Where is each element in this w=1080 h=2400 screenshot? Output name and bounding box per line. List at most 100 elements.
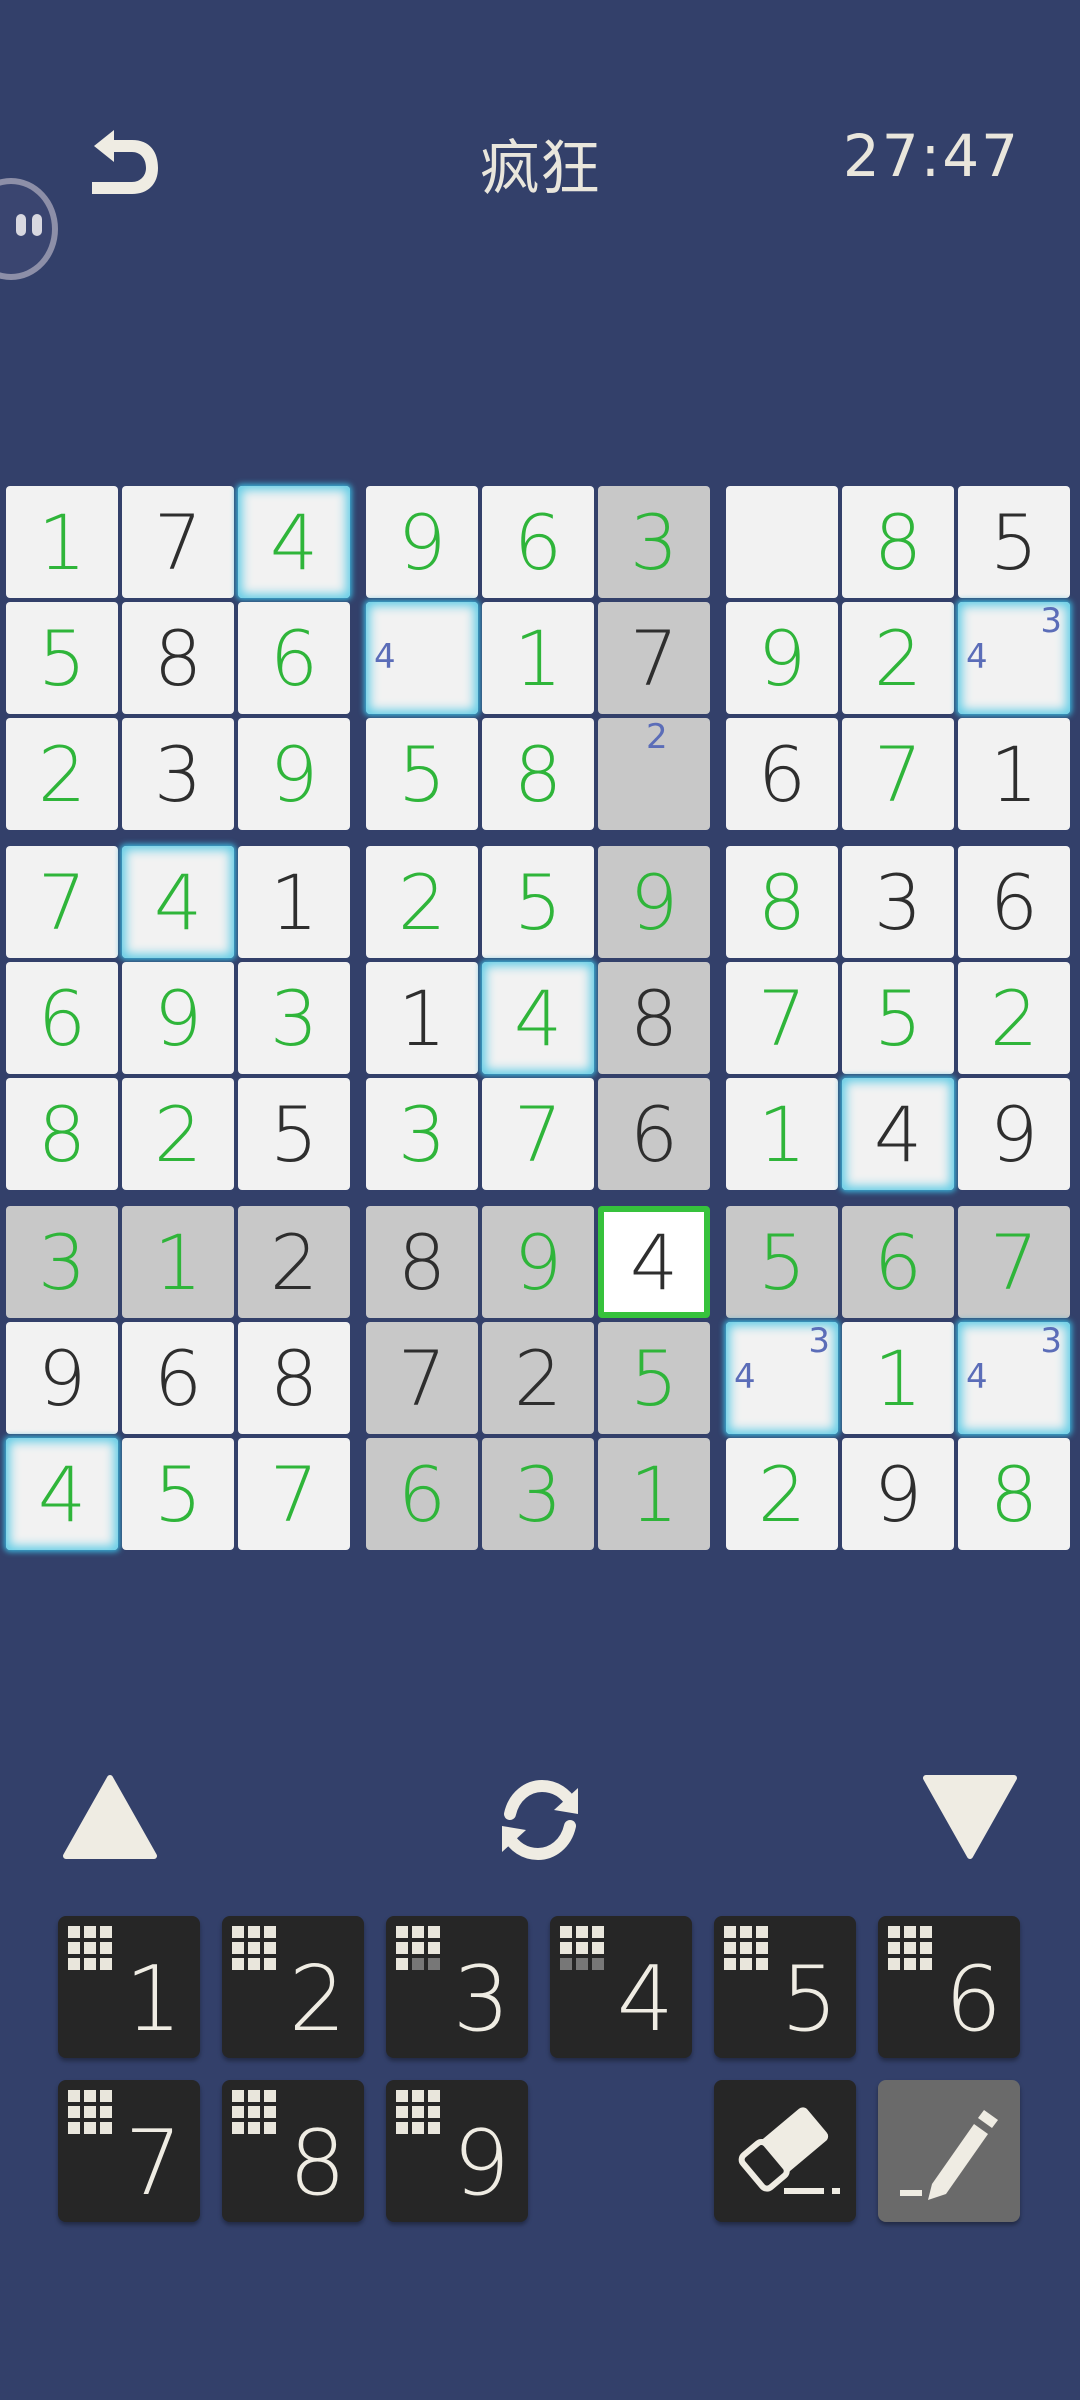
cell-r4-c4[interactable]: 2	[366, 846, 478, 958]
cell-r3-c9[interactable]: 1	[958, 718, 1070, 830]
cell-r5-c1[interactable]: 6	[6, 962, 118, 1074]
cell-r1-c3[interactable]: 4	[238, 486, 350, 598]
cell-r9-c5[interactable]: 3	[482, 1438, 594, 1550]
cell-r4-c7[interactable]: 8	[726, 846, 838, 958]
cell-r4-c2[interactable]: 4	[122, 846, 234, 958]
cell-r8-c1[interactable]: 9	[6, 1322, 118, 1434]
cell-r2-c9[interactable]: 43	[958, 602, 1070, 714]
cell-r3-c5[interactable]: 8	[482, 718, 594, 830]
cell-r7-c4[interactable]: 8	[366, 1206, 478, 1318]
cell-r4-c8[interactable]: 3	[842, 846, 954, 958]
cell-r5-c8[interactable]: 5	[842, 962, 954, 1074]
cell-r9-c6[interactable]: 1	[598, 1438, 710, 1550]
digit-key-3[interactable]: 3	[386, 1916, 528, 2058]
cell-r2-c2[interactable]: 8	[122, 602, 234, 714]
cell-r7-c9[interactable]: 7	[958, 1206, 1070, 1318]
cell-r2-c1[interactable]: 5	[6, 602, 118, 714]
cell-r4-c5[interactable]: 5	[482, 846, 594, 958]
cell-r5-c5[interactable]: 4	[482, 962, 594, 1074]
cell-r4-c1[interactable]: 7	[6, 846, 118, 958]
cell-r7-c2[interactable]: 1	[122, 1206, 234, 1318]
cell-r6-c5[interactable]: 7	[482, 1078, 594, 1190]
cell-r9-c9[interactable]: 8	[958, 1438, 1070, 1550]
cell-r4-c3[interactable]: 1	[238, 846, 350, 958]
cell-value: 4	[629, 1217, 679, 1307]
cell-r1-c8[interactable]: 8	[842, 486, 954, 598]
previous-button[interactable]	[60, 1772, 160, 1862]
cell-r3-c2[interactable]: 3	[122, 718, 234, 830]
cell-r7-c1[interactable]: 3	[6, 1206, 118, 1318]
cell-r6-c2[interactable]: 2	[122, 1078, 234, 1190]
cell-r8-c5[interactable]: 2	[482, 1322, 594, 1434]
cell-r1-c6[interactable]: 3	[598, 486, 710, 598]
cell-r7-c7[interactable]: 5	[726, 1206, 838, 1318]
cell-r7-c3[interactable]: 2	[238, 1206, 350, 1318]
cell-r3-c8[interactable]: 7	[842, 718, 954, 830]
digit-key-2[interactable]: 2	[222, 1916, 364, 2058]
pencil-notes-button[interactable]	[878, 2080, 1020, 2222]
cell-r3-c3[interactable]: 9	[238, 718, 350, 830]
cell-r8-c8[interactable]: 1	[842, 1322, 954, 1434]
cell-r9-c7[interactable]: 2	[726, 1438, 838, 1550]
cell-r5-c6[interactable]: 8	[598, 962, 710, 1074]
cell-r3-c6[interactable]: 2	[598, 718, 710, 830]
digit-key-8[interactable]: 8	[222, 2080, 364, 2222]
cell-r9-c2[interactable]: 5	[122, 1438, 234, 1550]
cell-r1-c4[interactable]: 9	[366, 486, 478, 598]
cell-r8-c6[interactable]: 5	[598, 1322, 710, 1434]
cell-r6-c4[interactable]: 3	[366, 1078, 478, 1190]
cell-r1-c1[interactable]: 1	[6, 486, 118, 598]
digit-key-1[interactable]: 1	[58, 1916, 200, 2058]
cell-value: 5	[397, 729, 447, 819]
cell-r6-c8[interactable]: 4	[842, 1078, 954, 1190]
digit-key-9[interactable]: 9	[386, 2080, 528, 2222]
cell-r2-c7[interactable]: 9	[726, 602, 838, 714]
cell-r3-c1[interactable]: 2	[6, 718, 118, 830]
digit-key-5[interactable]: 5	[714, 1916, 856, 2058]
bubble-eye-icon	[32, 214, 42, 236]
cell-r5-c9[interactable]: 2	[958, 962, 1070, 1074]
cell-r6-c9[interactable]: 9	[958, 1078, 1070, 1190]
cell-r9-c4[interactable]: 6	[366, 1438, 478, 1550]
cell-r7-c6[interactable]: 4	[598, 1206, 710, 1318]
cell-r5-c7[interactable]: 7	[726, 962, 838, 1074]
cell-r9-c3[interactable]: 7	[238, 1438, 350, 1550]
cell-r2-c6[interactable]: 7	[598, 602, 710, 714]
cell-r1-c2[interactable]: 7	[122, 486, 234, 598]
digit-key-6[interactable]: 6	[878, 1916, 1020, 2058]
cell-r3-c4[interactable]: 5	[366, 718, 478, 830]
cell-r1-c9[interactable]: 5	[958, 486, 1070, 598]
cell-value: 9	[397, 497, 447, 587]
cell-r9-c8[interactable]: 9	[842, 1438, 954, 1550]
cell-r4-c9[interactable]: 6	[958, 846, 1070, 958]
cell-r4-c6[interactable]: 9	[598, 846, 710, 958]
cell-r2-c3[interactable]: 6	[238, 602, 350, 714]
cell-r5-c2[interactable]: 9	[122, 962, 234, 1074]
cell-r5-c4[interactable]: 1	[366, 962, 478, 1074]
cell-r9-c1[interactable]: 4	[6, 1438, 118, 1550]
cell-r3-c7[interactable]: 6	[726, 718, 838, 830]
cell-r2-c8[interactable]: 2	[842, 602, 954, 714]
next-button[interactable]	[920, 1772, 1020, 1862]
cell-r8-c3[interactable]: 8	[238, 1322, 350, 1434]
cell-r7-c8[interactable]: 6	[842, 1206, 954, 1318]
cell-r5-c3[interactable]: 3	[238, 962, 350, 1074]
cell-value: 4	[513, 973, 563, 1063]
cell-r6-c1[interactable]: 8	[6, 1078, 118, 1190]
cell-r6-c3[interactable]: 5	[238, 1078, 350, 1190]
digit-key-7[interactable]: 7	[58, 2080, 200, 2222]
refresh-button[interactable]	[486, 1766, 594, 1874]
cell-r8-c7[interactable]: 43	[726, 1322, 838, 1434]
eraser-button[interactable]	[714, 2080, 856, 2222]
cell-r7-c5[interactable]: 9	[482, 1206, 594, 1318]
cell-r2-c4[interactable]: 4	[366, 602, 478, 714]
cell-r1-c5[interactable]: 6	[482, 486, 594, 598]
cell-r8-c2[interactable]: 6	[122, 1322, 234, 1434]
cell-r1-c7[interactable]	[726, 486, 838, 598]
cell-r8-c9[interactable]: 43	[958, 1322, 1070, 1434]
cell-r8-c4[interactable]: 7	[366, 1322, 478, 1434]
cell-r2-c5[interactable]: 1	[482, 602, 594, 714]
cell-r6-c7[interactable]: 1	[726, 1078, 838, 1190]
cell-r6-c6[interactable]: 6	[598, 1078, 710, 1190]
digit-key-4[interactable]: 4	[550, 1916, 692, 2058]
